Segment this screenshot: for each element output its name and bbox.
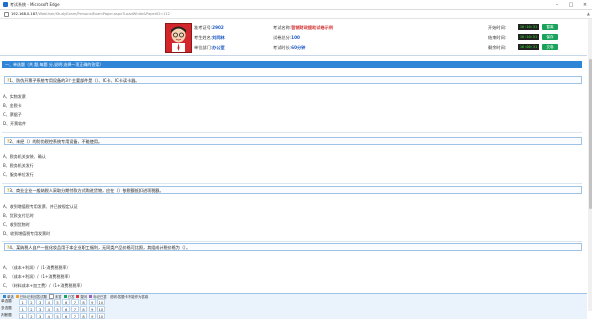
ticket-number: 准考证号:2902 <box>194 25 224 30</box>
url-path: /WebUser/StudyExam/PersonalExamPaper.asp… <box>37 12 170 16</box>
question-2: ?2、未经（）的防伪税控系统专用设备，不能使用。 <box>4 137 582 145</box>
answer-cell[interactable]: 4 <box>45 298 53 305</box>
start-time-label: 开始时间: <box>488 25 507 30</box>
answer-cell[interactable]: 7 <box>71 305 79 312</box>
department: 单位部门:办公室 <box>194 45 225 50</box>
page-scrollbar[interactable] <box>588 19 592 311</box>
answer-row-single: 单选题 1 2 3 4 5 6 7 8 9 10 <box>0 298 106 305</box>
answer-cell[interactable]: 2 <box>27 305 36 312</box>
option-1c[interactable]: C、票据子 <box>3 112 22 118</box>
remaining-time-value: 16:00:31 <box>518 44 539 50</box>
option-3d[interactable]: D、收到增值税专用发票时 <box>3 231 50 237</box>
option-2c[interactable]: C、服务单位发行 <box>3 172 34 178</box>
answer-row-multi: 多选题 1 2 3 4 5 6 7 8 9 10 <box>0 305 106 312</box>
exam-header: 准考证号:2902 考试名称:营销财政援助试卷示例 考生姓名:刘同林 试卷总分:… <box>0 19 587 56</box>
remaining-time-label: 剩余时间: <box>488 45 507 50</box>
answer-cell[interactable]: 8 <box>79 298 88 305</box>
url-host: 192.168.0.187 <box>11 12 38 16</box>
maximize-icon[interactable]: □ <box>564 2 578 8</box>
answer-cell[interactable]: 5 <box>53 305 62 312</box>
answer-cell[interactable]: 4 <box>45 305 53 312</box>
answer-row-label: 判断题 <box>1 313 12 317</box>
info-icon[interactable] <box>4 11 9 17</box>
question-1: ?1、防伪开票子系统专用设备的3个主要部件是（）、IC卡、IC卡读卡器。 <box>4 76 582 84</box>
answer-cell[interactable]: 3 <box>36 305 44 312</box>
answer-cell[interactable]: 9 <box>88 305 96 312</box>
section-title: 一、单选题（共 题,每题 分,说明:选择一项正确的答案） <box>2 61 582 68</box>
answer-cell[interactable]: 7 <box>71 298 79 305</box>
option-4a[interactable]: A、（成本+利润）/（1-消费税税率） <box>3 265 70 271</box>
option-1d[interactable]: D、开票软件 <box>3 121 26 127</box>
answer-row-label: 单选题 <box>1 299 12 303</box>
question-3: ?3、商业企业一般纳税人采取分期付款方式购进货物，应在（）依税额抵扣进项税额。 <box>4 186 582 194</box>
total-score: 试卷总分:100 <box>273 35 300 40</box>
answer-cell[interactable]: 6 <box>62 298 70 305</box>
answer-row-label: 多选题 <box>1 306 12 310</box>
answer-cell[interactable]: 10 <box>97 298 105 305</box>
answer-cell[interactable]: 8 <box>79 305 88 312</box>
end-time-value: 16:10:51 <box>518 34 539 40</box>
answer-cell[interactable]: 5 <box>53 298 62 305</box>
option-1a[interactable]: A、实物发票 <box>3 94 26 100</box>
answer-sheet: 单选 已标记未回答试题 未答 已答 疑问 标记已答 说明:答题卡不能作为答卷 单… <box>0 293 587 319</box>
pause-button[interactable]: 暂离 <box>542 24 558 30</box>
divider <box>2 132 582 133</box>
divider <box>2 241 582 242</box>
chevron-up-icon[interactable]: ▲ <box>587 11 590 16</box>
exam-name: 考试名称:营销财政援助试卷示例 <box>273 25 334 30</box>
option-2a[interactable]: A、税务机关安装、确认 <box>3 154 46 160</box>
option-3c[interactable]: C、收到货物时 <box>3 222 30 228</box>
divider <box>2 183 582 184</box>
answer-cell[interactable]: 9 <box>88 298 96 305</box>
start-time-value: 16:10:31 <box>518 24 539 30</box>
submit-button[interactable]: 交卷 <box>542 44 558 50</box>
exam-content: 一、单选题（共 题,每题 分,说明:选择一项正确的答案） ?1、防伪开票子系统专… <box>0 56 587 293</box>
edge-icon <box>3 2 8 7</box>
close-icon[interactable]: × <box>578 2 592 8</box>
save-button[interactable]: 保存 <box>542 34 558 40</box>
candidate-name: 考生姓名:刘同林 <box>194 35 225 40</box>
answer-cell[interactable]: 1 <box>19 305 27 312</box>
answer-cell[interactable]: 2 <box>27 298 36 305</box>
option-1b[interactable]: B、金税卡 <box>3 103 22 109</box>
option-3b[interactable]: B、货款支付后时 <box>3 213 34 219</box>
option-4c[interactable]: C、（材料成本+加工费）/（1+消费税税率） <box>3 283 84 289</box>
scrollbar-thumb[interactable] <box>588 59 592 209</box>
answer-cell[interactable]: 3 <box>36 298 44 305</box>
option-4b[interactable]: B、（成本+利润）/（1+消费税税率） <box>3 274 72 280</box>
option-2b[interactable]: B、税务机关发行 <box>3 163 34 169</box>
question-4: ?4、某纳税人自产一批化妆品用于本企业职工福利，无同类产品价格可比照，其组成计税… <box>4 243 582 251</box>
exam-duration: 考试时长:60分钟 <box>273 45 306 50</box>
window-title: 考试系统 - Microsoft Edge <box>10 1 60 7</box>
minimize-icon[interactable]: – <box>550 2 564 8</box>
answer-cell[interactable]: 1 <box>19 298 27 305</box>
answer-cell[interactable]: 6 <box>62 305 70 312</box>
option-3a[interactable]: A、收到增值税专用发票、并已按规定认证 <box>3 204 78 210</box>
avatar <box>165 23 192 53</box>
address-bar[interactable]: 192.168.0.187 /WebUser/StudyExam/Persona… <box>0 10 592 19</box>
window-titlebar: 考试系统 - Microsoft Edge – □ × <box>0 0 592 10</box>
end-time-label: 结束时间: <box>488 35 507 40</box>
answer-cell[interactable]: 10 <box>97 305 105 312</box>
legend-note: 说明:答题卡不能作为答卷 <box>109 295 149 299</box>
